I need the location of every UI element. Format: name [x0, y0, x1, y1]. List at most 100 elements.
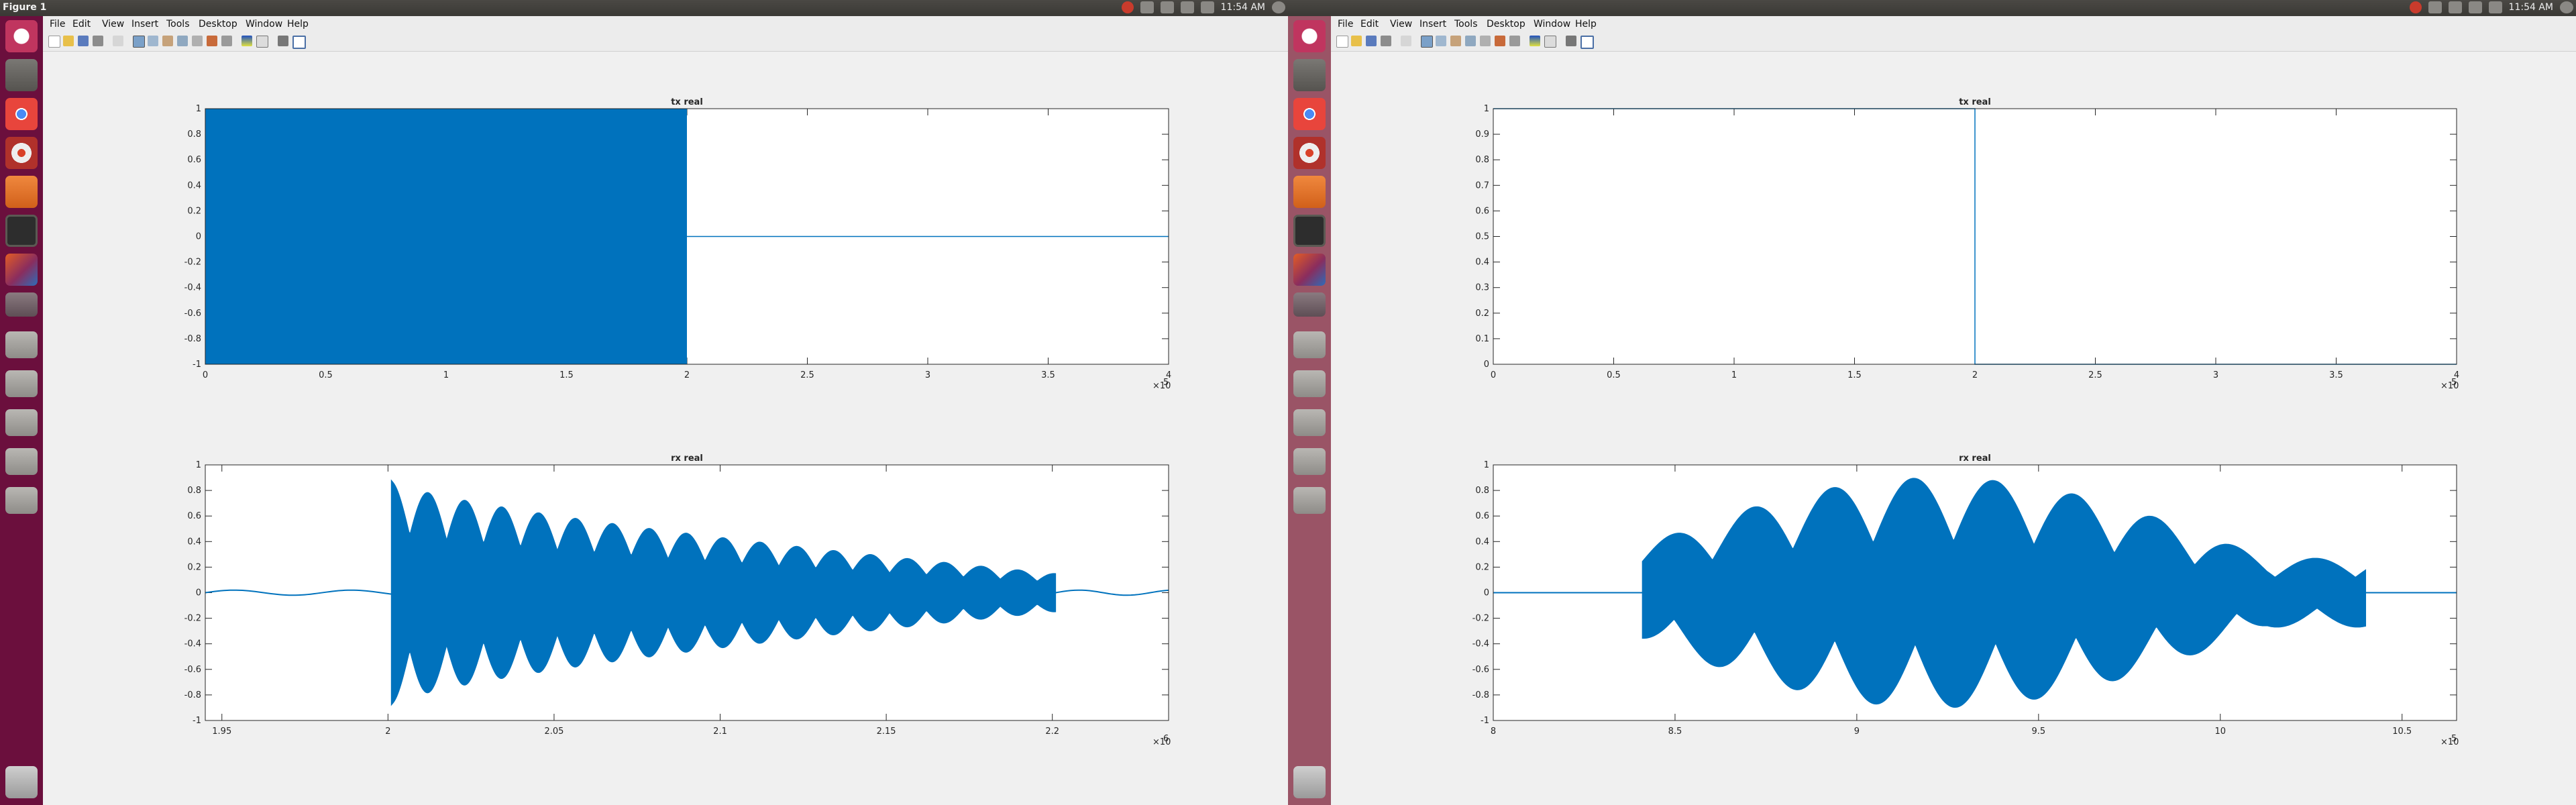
clock[interactable]: 11:54 AM [1221, 2, 1265, 13]
volume-icon[interactable] [1200, 1, 1214, 13]
usb-drive-icon[interactable] [1293, 292, 1326, 317]
save-icon[interactable] [1366, 36, 1377, 46]
rotate-icon[interactable] [1465, 36, 1476, 46]
chart-title: tx real [671, 97, 703, 107]
new-figure-icon[interactable] [1336, 36, 1348, 48]
menu-window[interactable]: Window [1534, 19, 1570, 30]
menu-edit[interactable]: Edit [1360, 19, 1379, 30]
menu-insert[interactable]: Insert [131, 19, 158, 30]
data-cursor-icon[interactable] [192, 36, 203, 46]
open-icon[interactable] [63, 36, 74, 46]
menu-help[interactable]: Help [287, 19, 309, 30]
hide-plot-tools-icon[interactable] [1566, 36, 1576, 46]
orange-app-icon[interactable] [5, 176, 38, 208]
colorbar-icon[interactable] [1529, 36, 1540, 46]
x-tick-label: 10.5 [2392, 727, 2412, 737]
data-cursor-icon[interactable] [1480, 36, 1491, 46]
menu-window[interactable]: Window [246, 19, 282, 30]
notification-icon[interactable] [2409, 1, 2422, 13]
usb-drive-icon[interactable] [5, 292, 38, 317]
drive-icon[interactable] [5, 370, 38, 397]
save-icon[interactable] [78, 36, 89, 46]
colorbar-icon[interactable] [241, 36, 252, 46]
chrome-icon[interactable] [1293, 98, 1326, 130]
print-icon[interactable] [1381, 36, 1391, 46]
legend-icon[interactable] [1544, 36, 1556, 48]
rotate-icon[interactable] [177, 36, 188, 46]
zoom-out-icon[interactable] [1436, 36, 1446, 46]
chrome-icon[interactable] [5, 98, 38, 130]
pan-icon[interactable] [1450, 36, 1461, 46]
network-icon[interactable] [2428, 1, 2442, 13]
volume-icon[interactable] [2488, 1, 2502, 13]
signal-block [205, 109, 687, 364]
drive-icon[interactable] [5, 487, 38, 514]
matlab-icon[interactable] [1293, 254, 1326, 286]
settings-icon[interactable] [1293, 137, 1326, 169]
files-icon[interactable] [5, 59, 38, 91]
menu-view[interactable]: View [1390, 19, 1412, 30]
terminal-icon[interactable] [5, 215, 38, 247]
menu-view[interactable]: View [102, 19, 124, 30]
menu-desktop[interactable]: Desktop [199, 19, 237, 30]
menu-edit[interactable]: Edit [72, 19, 91, 30]
open-icon[interactable] [1351, 36, 1362, 46]
hide-plot-tools-icon[interactable] [278, 36, 288, 46]
settings-icon[interactable] [5, 137, 38, 169]
new-figure-icon[interactable] [48, 36, 60, 48]
menu-file[interactable]: File [50, 19, 65, 30]
mail-icon[interactable] [2468, 1, 2482, 13]
menu-desktop[interactable]: Desktop [1487, 19, 1525, 30]
link-icon[interactable] [221, 36, 232, 46]
drive-icon[interactable] [5, 448, 38, 475]
legend-icon[interactable] [256, 36, 268, 48]
brush-icon[interactable] [1495, 36, 1505, 46]
drive-icon[interactable] [5, 409, 38, 436]
brush-icon[interactable] [207, 36, 217, 46]
show-plot-tools-icon[interactable] [292, 36, 306, 49]
menu-tools[interactable]: Tools [1454, 19, 1478, 30]
pointer-icon[interactable] [1401, 36, 1411, 46]
axes-tx-real-left[interactable]: 0 0.5 1 1.5 2 2.5 3 3.5 4-1-0.8-0.6-0.4-0.200.20… [184, 97, 1172, 391]
menu-help[interactable]: Help [1575, 19, 1597, 30]
trash-icon[interactable] [5, 766, 38, 798]
mail-icon[interactable] [1180, 1, 1194, 13]
keyboard-icon[interactable] [2448, 1, 2462, 13]
y-tick-label: 0 [1484, 360, 1489, 370]
y-tick-label: 0.5 [1475, 232, 1489, 242]
orange-app-icon[interactable] [1293, 176, 1326, 208]
menu-insert[interactable]: Insert [1419, 19, 1446, 30]
axes-rx-real-right[interactable]: 8 8.5 9 9.5 10 10.5 -1 -0.8 -0.6 -0.4 -0.2 0 0.2 0.4 0… [1472, 453, 2459, 747]
zoom-in-icon[interactable] [133, 36, 145, 48]
pan-icon[interactable] [162, 36, 173, 46]
show-plot-tools-icon[interactable] [1580, 36, 1594, 49]
axes-rx-real-left[interactable]: 1.95 2 2.05 2.1 2.15 2.2 -1 -0.8 -0.6 -0.4 -0.2 0 0.… [184, 453, 1171, 747]
gear-icon[interactable] [1272, 1, 1285, 13]
notification-icon[interactable] [1121, 1, 1134, 13]
zoom-out-icon[interactable] [148, 36, 158, 46]
terminal-icon[interactable] [1293, 215, 1326, 247]
drive-icon[interactable] [1293, 331, 1326, 358]
zoom-in-icon[interactable] [1421, 36, 1433, 48]
print-icon[interactable] [93, 36, 103, 46]
pointer-icon[interactable] [113, 36, 123, 46]
gear-icon[interactable] [2560, 1, 2573, 13]
menu-tools[interactable]: Tools [166, 19, 190, 30]
drive-icon[interactable] [1293, 409, 1326, 436]
drive-icon[interactable] [1293, 448, 1326, 475]
menu-file[interactable]: File [1338, 19, 1353, 30]
axes-tx-real-right[interactable]: 0 0.5 1 1.5 2 2.5 3 3.5 400.10.20.30.40.50.60.70… [1475, 97, 2459, 391]
dash-home-icon[interactable] [1293, 20, 1326, 52]
clock[interactable]: 11:54 AM [2509, 2, 2553, 13]
drive-icon[interactable] [1293, 370, 1326, 397]
keyboard-icon[interactable] [1160, 1, 1174, 13]
system-tray-right: 11:54 AM [2409, 1, 2573, 13]
trash-icon[interactable] [1293, 766, 1326, 798]
link-icon[interactable] [1509, 36, 1520, 46]
drive-icon[interactable] [1293, 487, 1326, 514]
drive-icon[interactable] [5, 331, 38, 358]
files-icon[interactable] [1293, 59, 1326, 91]
dash-home-icon[interactable] [5, 20, 38, 52]
matlab-icon[interactable] [5, 254, 38, 286]
network-icon[interactable] [1140, 1, 1154, 13]
